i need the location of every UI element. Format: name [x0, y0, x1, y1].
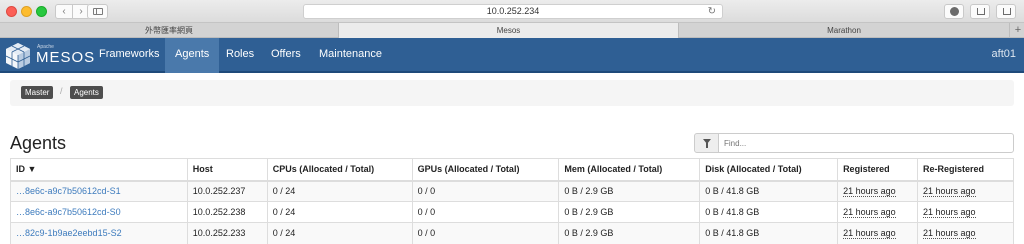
back-button[interactable]: ‹ [55, 4, 73, 19]
col-header-disk[interactable]: Disk (Allocated / Total) [699, 158, 838, 182]
nav-offers[interactable]: Offers [261, 38, 311, 73]
registered-cell: 21 hours ago [837, 180, 918, 202]
registered-cell: 21 hours ago [837, 201, 918, 223]
agent-id-cell: …8e6c-a9c7b50612cd-S1 [10, 180, 188, 202]
new-tab-button[interactable]: + [1012, 23, 1024, 38]
col-header-cpus[interactable]: CPUs (Allocated / Total) [266, 158, 413, 182]
mesos-logo-icon[interactable] [5, 42, 31, 70]
sidebar-toggle-button[interactable] [87, 4, 108, 19]
tabs-overview-button[interactable] [996, 4, 1016, 19]
share-icon [977, 8, 985, 15]
downloads-button[interactable] [944, 4, 964, 19]
cluster-name: aft01 [991, 48, 1016, 60]
reregistered-cell: 21 hours ago [917, 222, 1014, 244]
registered-time: 21 hours ago [843, 228, 896, 240]
col-header-id[interactable]: ID ▼ [10, 158, 188, 182]
host-cell: 10.0.252.237 [186, 180, 268, 202]
cpus-cell: 0 / 24 [266, 180, 413, 202]
host-cell: 10.0.252.238 [186, 201, 268, 223]
mem-cell: 0 B / 2.9 GB [558, 201, 700, 223]
nav-frameworks[interactable]: Frameworks [89, 38, 170, 73]
minimize-window-button[interactable] [21, 6, 32, 17]
gpus-cell: 0 / 0 [411, 201, 559, 223]
breadcrumb-separator: / [60, 86, 63, 96]
share-button[interactable] [970, 4, 990, 19]
registered-time: 21 hours ago [843, 207, 896, 218]
reload-icon[interactable]: ↻ [708, 5, 716, 18]
reregistered-time: 21 hours ago [923, 207, 976, 218]
cpus-cell: 0 / 24 [266, 201, 413, 223]
tab-exchange-rate[interactable]: 外幣匯率網頁 [0, 23, 339, 38]
nav-roles[interactable]: Roles [216, 38, 264, 73]
col-header-gpus[interactable]: GPUs (Allocated / Total) [411, 158, 559, 182]
breadcrumb-agents[interactable]: Agents [70, 86, 103, 99]
col-header-reregistered[interactable]: Re-Registered [917, 158, 1014, 182]
filter-icon [703, 139, 711, 148]
mem-cell: 0 B / 2.9 GB [558, 180, 700, 202]
tab-bar: 外幣匯率網頁 Mesos Marathon + [0, 23, 1024, 38]
brand-mesos[interactable]: MESOS [36, 49, 95, 66]
table-header-row: ID ▼ Host CPUs (Allocated / Total) GPUs … [10, 158, 1014, 182]
agents-table: ID ▼ Host CPUs (Allocated / Total) GPUs … [10, 158, 1014, 244]
reregistered-time: 21 hours ago [923, 186, 976, 198]
cpus-cell: 0 / 24 [266, 222, 413, 244]
download-icon [950, 7, 959, 16]
url-text: 10.0.252.234 [486, 6, 540, 16]
reregistered-cell: 21 hours ago [917, 201, 1014, 223]
page-title: Agents [10, 133, 67, 153]
col-header-mem[interactable]: Mem (Allocated / Total) [558, 158, 700, 182]
tab-mesos[interactable]: Mesos [339, 23, 679, 38]
filter-addon [694, 133, 719, 153]
mem-cell: 0 B / 2.9 GB [558, 222, 700, 244]
browser-toolbar: ‹ › 10.0.252.234 ↻ [0, 0, 1024, 23]
nav-maintenance[interactable]: Maintenance [309, 38, 392, 73]
sidebar-icon [93, 8, 103, 15]
host-cell: 10.0.252.233 [186, 222, 268, 244]
agent-id-link[interactable]: …8e6c-a9c7b50612cd-S1 [16, 186, 121, 196]
mesos-navbar: Apache MESOS Frameworks Agents Roles Off… [0, 38, 1024, 73]
breadcrumb-master[interactable]: Master [21, 86, 54, 99]
disk-cell: 0 B / 41.8 GB [699, 222, 838, 244]
zoom-window-button[interactable] [36, 6, 47, 17]
table-row: …82c9-1b9ae2eebd15-S2 10.0.252.233 0 / 2… [10, 222, 1014, 244]
agent-id-cell: …82c9-1b9ae2eebd15-S2 [10, 222, 188, 244]
table-row: …8e6c-a9c7b50612cd-S1 10.0.252.237 0 / 2… [10, 180, 1014, 202]
address-bar[interactable]: 10.0.252.234 ↻ [303, 4, 723, 19]
nav-agents[interactable]: Agents [165, 38, 220, 73]
agent-id-link[interactable]: …82c9-1b9ae2eebd15-S2 [16, 228, 122, 238]
disk-cell: 0 B / 41.8 GB [699, 180, 838, 202]
breadcrumb: Master / Agents [10, 80, 1014, 106]
agent-id-cell: …8e6c-a9c7b50612cd-S0 [10, 201, 188, 223]
disk-cell: 0 B / 41.8 GB [699, 201, 838, 223]
registered-time: 21 hours ago [843, 186, 896, 198]
gpus-cell: 0 / 0 [411, 222, 559, 244]
tab-marathon[interactable]: Marathon [679, 23, 1010, 38]
col-header-host[interactable]: Host [186, 158, 268, 182]
table-row: …8e6c-a9c7b50612cd-S0 10.0.252.238 0 / 2… [10, 201, 1014, 223]
agent-id-link[interactable]: …8e6c-a9c7b50612cd-S0 [16, 207, 121, 217]
close-window-button[interactable] [6, 6, 17, 17]
reregistered-time: 21 hours ago [923, 228, 976, 240]
search-input[interactable] [718, 133, 1014, 153]
reregistered-cell: 21 hours ago [917, 180, 1014, 202]
registered-cell: 21 hours ago [837, 222, 918, 244]
gpus-cell: 0 / 0 [411, 180, 559, 202]
col-header-registered[interactable]: Registered [837, 158, 918, 182]
tabs-icon [1003, 8, 1011, 15]
